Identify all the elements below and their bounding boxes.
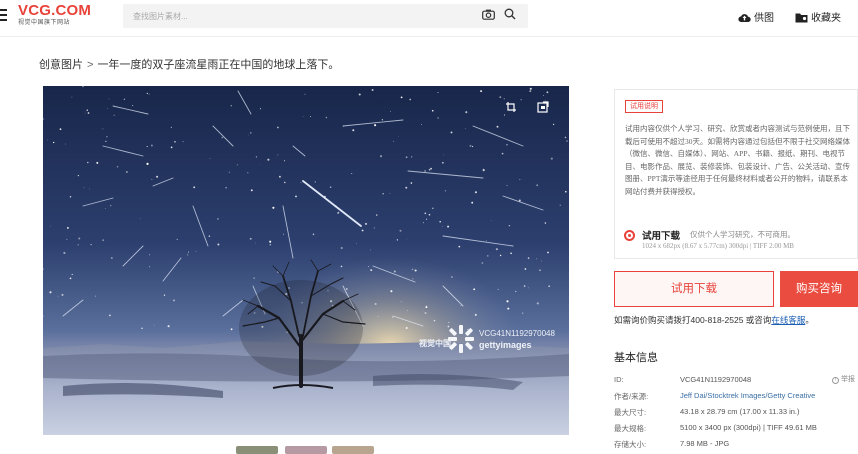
option-spec: 1024 x 682px (8.67 x 5.77cm) 300dpi | TI… [642, 242, 794, 250]
thumbnail[interactable] [285, 446, 327, 454]
crop-button[interactable] [500, 96, 522, 118]
thumbnail[interactable] [236, 446, 278, 454]
trial-download-option[interactable]: 试用下载 仅供个人学习研究，不可商用。 1024 x 682px (8.67 x… [614, 224, 858, 262]
thumbnail[interactable] [332, 446, 374, 454]
report-label: 举报 [841, 376, 855, 383]
cloud-upload-icon [738, 14, 751, 22]
logo-text: VCG.COM [18, 2, 92, 19]
getty-watermark: 视觉中国 VCG41N1192970048 gettyimages [419, 324, 569, 364]
trial-description: 试用内容仅供个人学习、研究、欣赏或者内容测试与范例使用，且下载后可使用不超过30… [625, 124, 850, 196]
menu-icon[interactable] [0, 9, 7, 21]
info-key: ID: [614, 375, 624, 384]
breadcrumb-separator: > [87, 59, 94, 71]
vcg-flower-logo [448, 325, 474, 353]
watermark-vcg-text: 视觉中国 [419, 339, 451, 348]
option-title: 试用下载 [642, 231, 681, 242]
buy-consult-button[interactable]: 购买咨询 [780, 271, 858, 307]
watermark-code: VCG41N1192970048 [479, 329, 555, 338]
camera-search-icon[interactable] [482, 9, 495, 20]
consult-prefix: 如需询价购买请拨打400-818-2525 或咨询 [614, 315, 772, 325]
report-icon: ! [832, 377, 839, 384]
similar-search-button[interactable] [532, 96, 554, 118]
consult-end: 。 [805, 315, 814, 325]
page-title: 一年一度的双子座流星雨正在中国的地球上落下。 [97, 59, 340, 71]
info-key: 作者/来源: [614, 392, 649, 401]
breadcrumb-root-link[interactable]: 创意图片 [39, 59, 83, 71]
crop-icon [506, 102, 516, 112]
watermark-getty: gettyimages [479, 340, 532, 350]
info-value: 43.18 x 28.79 cm (17.00 x 11.33 in.) [680, 407, 800, 416]
radio-selected-icon[interactable] [624, 230, 635, 241]
similar-search-icon [537, 101, 549, 113]
info-key: 最大尺寸: [614, 408, 647, 417]
option-note: 仅供个人学习研究，不可商用。 [690, 230, 795, 239]
main-photo[interactable]: 视觉中国 VCG41N1192970048 gettyimages [43, 86, 569, 435]
info-value: 5100 x 3400 px (300dpi) | TIFF 49.61 MB [680, 423, 817, 432]
search-box [123, 4, 528, 28]
consult-text: 如需询价购买请拨打400-818-2525 或咨询在线客服。 [614, 314, 814, 326]
meteor-shower-image [43, 86, 569, 435]
favorites-label: 收藏夹 [811, 13, 841, 24]
basic-info-title: 基本信息 [614, 352, 658, 364]
header-divider [0, 36, 858, 37]
author-link[interactable]: Jeff Dai/Stocktrek Images/Getty Creative [680, 391, 815, 400]
top-header: VCG.COM 视觉中国旗下网站 供图 收藏夹 [0, 0, 858, 36]
logo-subtitle: 视觉中国旗下网站 [18, 20, 71, 26]
trial-download-button[interactable]: 试用下载 [614, 271, 774, 307]
folder-icon [795, 13, 808, 23]
info-value: 7.98 MB - JPG [680, 439, 730, 448]
report-link[interactable]: ! 举报 [832, 374, 855, 384]
search-input[interactable] [133, 8, 453, 24]
trial-tag: 试用说明 [625, 100, 663, 113]
info-key: 存储大小: [614, 440, 647, 449]
info-value: VCG41N1192970048 [680, 375, 752, 384]
site-logo[interactable]: VCG.COM 视觉中国旗下网站 [18, 3, 91, 27]
supply-link[interactable]: 供图 [738, 9, 774, 24]
supply-label: 供图 [754, 13, 774, 24]
breadcrumb: 创意图片 > 一年一度的双子座流星雨正在中国的地球上落下。 [39, 56, 339, 72]
favorites-link[interactable]: 收藏夹 [795, 9, 841, 24]
info-key: 最大规格: [614, 424, 647, 433]
search-icon[interactable] [504, 8, 516, 20]
online-service-link[interactable]: 在线客服 [771, 315, 805, 325]
